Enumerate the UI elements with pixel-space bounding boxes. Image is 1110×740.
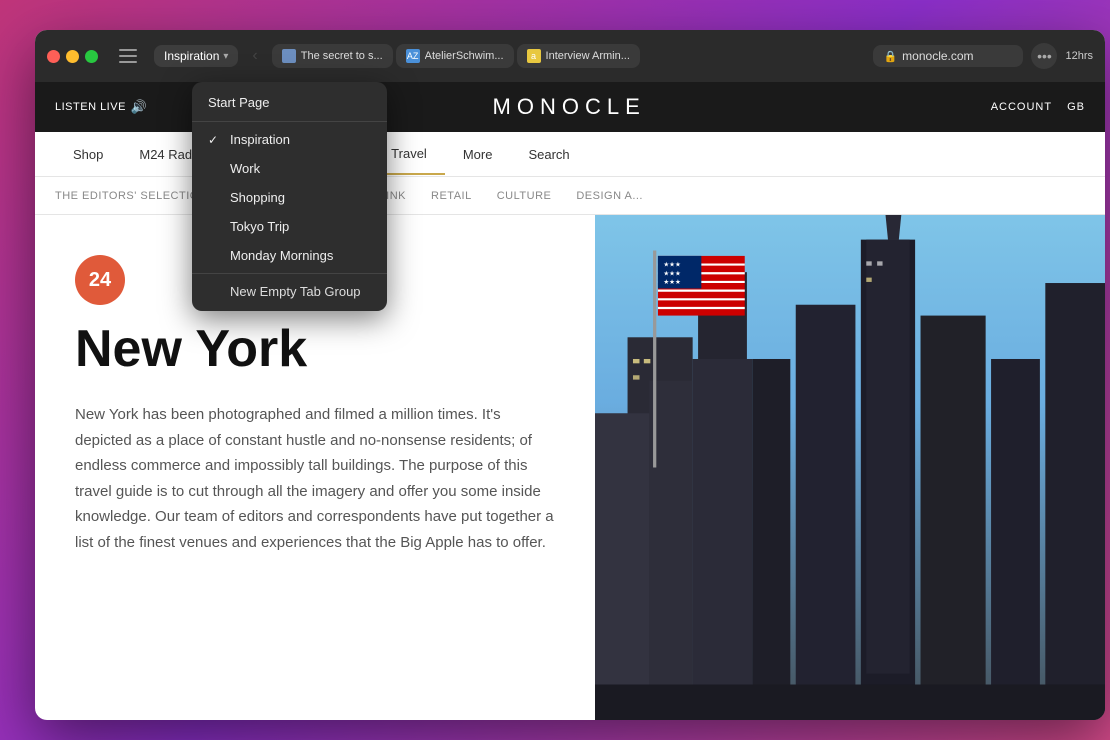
tab-group-button[interactable]: Inspiration ▾: [154, 45, 238, 67]
image-column: ★★★ ★★★ ★★★: [595, 215, 1105, 720]
svg-text:★★★: ★★★: [663, 261, 681, 269]
chevron-down-icon: ▾: [223, 51, 228, 62]
city-title: New York: [75, 321, 555, 378]
dropdown-item-inspiration-label: Inspiration: [230, 132, 290, 147]
listen-live-button[interactable]: LISTEN LIVE 🔊: [55, 99, 148, 115]
monocle-actions: ACCOUNT GB: [991, 101, 1085, 113]
nav-item-shop-label: Shop: [73, 147, 103, 162]
tab-label-secret: The secret to s...: [301, 50, 383, 62]
speaker-icon: 🔊: [131, 99, 148, 115]
nav-item-shop[interactable]: Shop: [55, 135, 121, 174]
dropdown-start-page-label: Start Page: [208, 95, 269, 110]
account-link[interactable]: ACCOUNT: [991, 101, 1052, 113]
dropdown-new-tab-label: New Empty Tab Group: [230, 284, 361, 299]
subnav-design[interactable]: DESIGN A...: [576, 190, 643, 202]
dropdown-item-tokyo[interactable]: Tokyo Trip: [192, 212, 387, 241]
dropdown-divider-1: [192, 121, 387, 122]
dropdown-item-inspiration[interactable]: ✓ Inspiration: [192, 125, 387, 154]
more-options-button[interactable]: •••: [1031, 43, 1057, 69]
dropdown-item-mondays-label: Monday Mornings: [230, 248, 333, 263]
tab-favicon-interview: a: [527, 49, 541, 63]
title-bar: Inspiration ▾ ‹ The secret to s... AZ At…: [35, 30, 1105, 82]
time-text: 12hrs: [1065, 50, 1093, 62]
nav-item-more[interactable]: More: [445, 135, 511, 174]
issue-badge: 24: [75, 255, 125, 305]
dropdown-item-mondays[interactable]: Monday Mornings: [192, 241, 387, 270]
minimize-button[interactable]: [66, 50, 79, 63]
lock-icon: 🔒: [883, 50, 897, 63]
url-bar[interactable]: 🔒 monocle.com: [873, 45, 1023, 67]
maximize-button[interactable]: [85, 50, 98, 63]
tab-secret[interactable]: The secret to s...: [272, 44, 393, 68]
dropdown-item-work[interactable]: Work: [192, 154, 387, 183]
url-text: monocle.com: [902, 49, 973, 63]
tabs-area: The secret to s... AZ AtelierSchwim... a…: [272, 44, 866, 68]
time-display: 12hrs: [1065, 50, 1093, 62]
tab-label-interview: Interview Armin...: [546, 50, 630, 62]
dropdown-item-shopping-label: Shopping: [230, 190, 285, 205]
tab-favicon-secret: [282, 49, 296, 63]
skyline-svg: ★★★ ★★★ ★★★: [595, 215, 1105, 720]
dropdown-menu: Start Page ✓ Inspiration Work Shopping T…: [192, 82, 387, 311]
svg-text:★★★: ★★★: [663, 269, 681, 277]
nav-item-more-label: More: [463, 147, 493, 162]
issue-number: 24: [89, 269, 111, 292]
dropdown-item-work-label: Work: [230, 161, 260, 176]
nav-item-search-label: Search: [528, 147, 569, 162]
tab-interview[interactable]: a Interview Armin...: [517, 44, 640, 68]
dropdown-divider-2: [192, 273, 387, 274]
dropdown-start-page[interactable]: Start Page: [192, 87, 387, 118]
tab-atelier[interactable]: AZ AtelierSchwim...: [396, 44, 514, 68]
city-description: New York has been photographed and filme…: [75, 402, 555, 555]
dropdown-item-shopping[interactable]: Shopping: [192, 183, 387, 212]
subnav-editors[interactable]: THE EDITORS' SELECTION: [55, 190, 207, 202]
close-button[interactable]: [47, 50, 60, 63]
tab-group-dropdown: Start Page ✓ Inspiration Work Shopping T…: [192, 82, 387, 311]
gb-selector[interactable]: GB: [1067, 101, 1085, 113]
dropdown-new-tab-group[interactable]: New Empty Tab Group: [192, 277, 387, 306]
ny-skyline-image: ★★★ ★★★ ★★★: [595, 215, 1105, 720]
sidebar-toggle-button[interactable]: [114, 46, 142, 66]
listen-live-label: LISTEN LIVE: [55, 101, 126, 113]
subnav-culture[interactable]: CULTURE: [497, 190, 552, 202]
nav-item-search[interactable]: Search: [510, 135, 587, 174]
svg-text:★★★: ★★★: [663, 278, 681, 286]
browser-window: Inspiration ▾ ‹ The secret to s... AZ At…: [35, 30, 1105, 720]
nav-item-travel-label: Travel: [391, 146, 427, 161]
sidebar-toggle-icon: [119, 49, 137, 63]
more-dots-icon: •••: [1037, 48, 1052, 64]
tab-favicon-atelier: AZ: [406, 49, 420, 63]
subnav-retail[interactable]: RETAIL: [431, 190, 472, 202]
tab-label-atelier: AtelierSchwim...: [425, 50, 504, 62]
dropdown-item-tokyo-label: Tokyo Trip: [230, 219, 289, 234]
traffic-lights: [47, 50, 98, 63]
back-button[interactable]: ‹: [246, 43, 263, 69]
tab-group-label: Inspiration: [164, 49, 219, 63]
check-icon: ✓: [208, 133, 222, 147]
